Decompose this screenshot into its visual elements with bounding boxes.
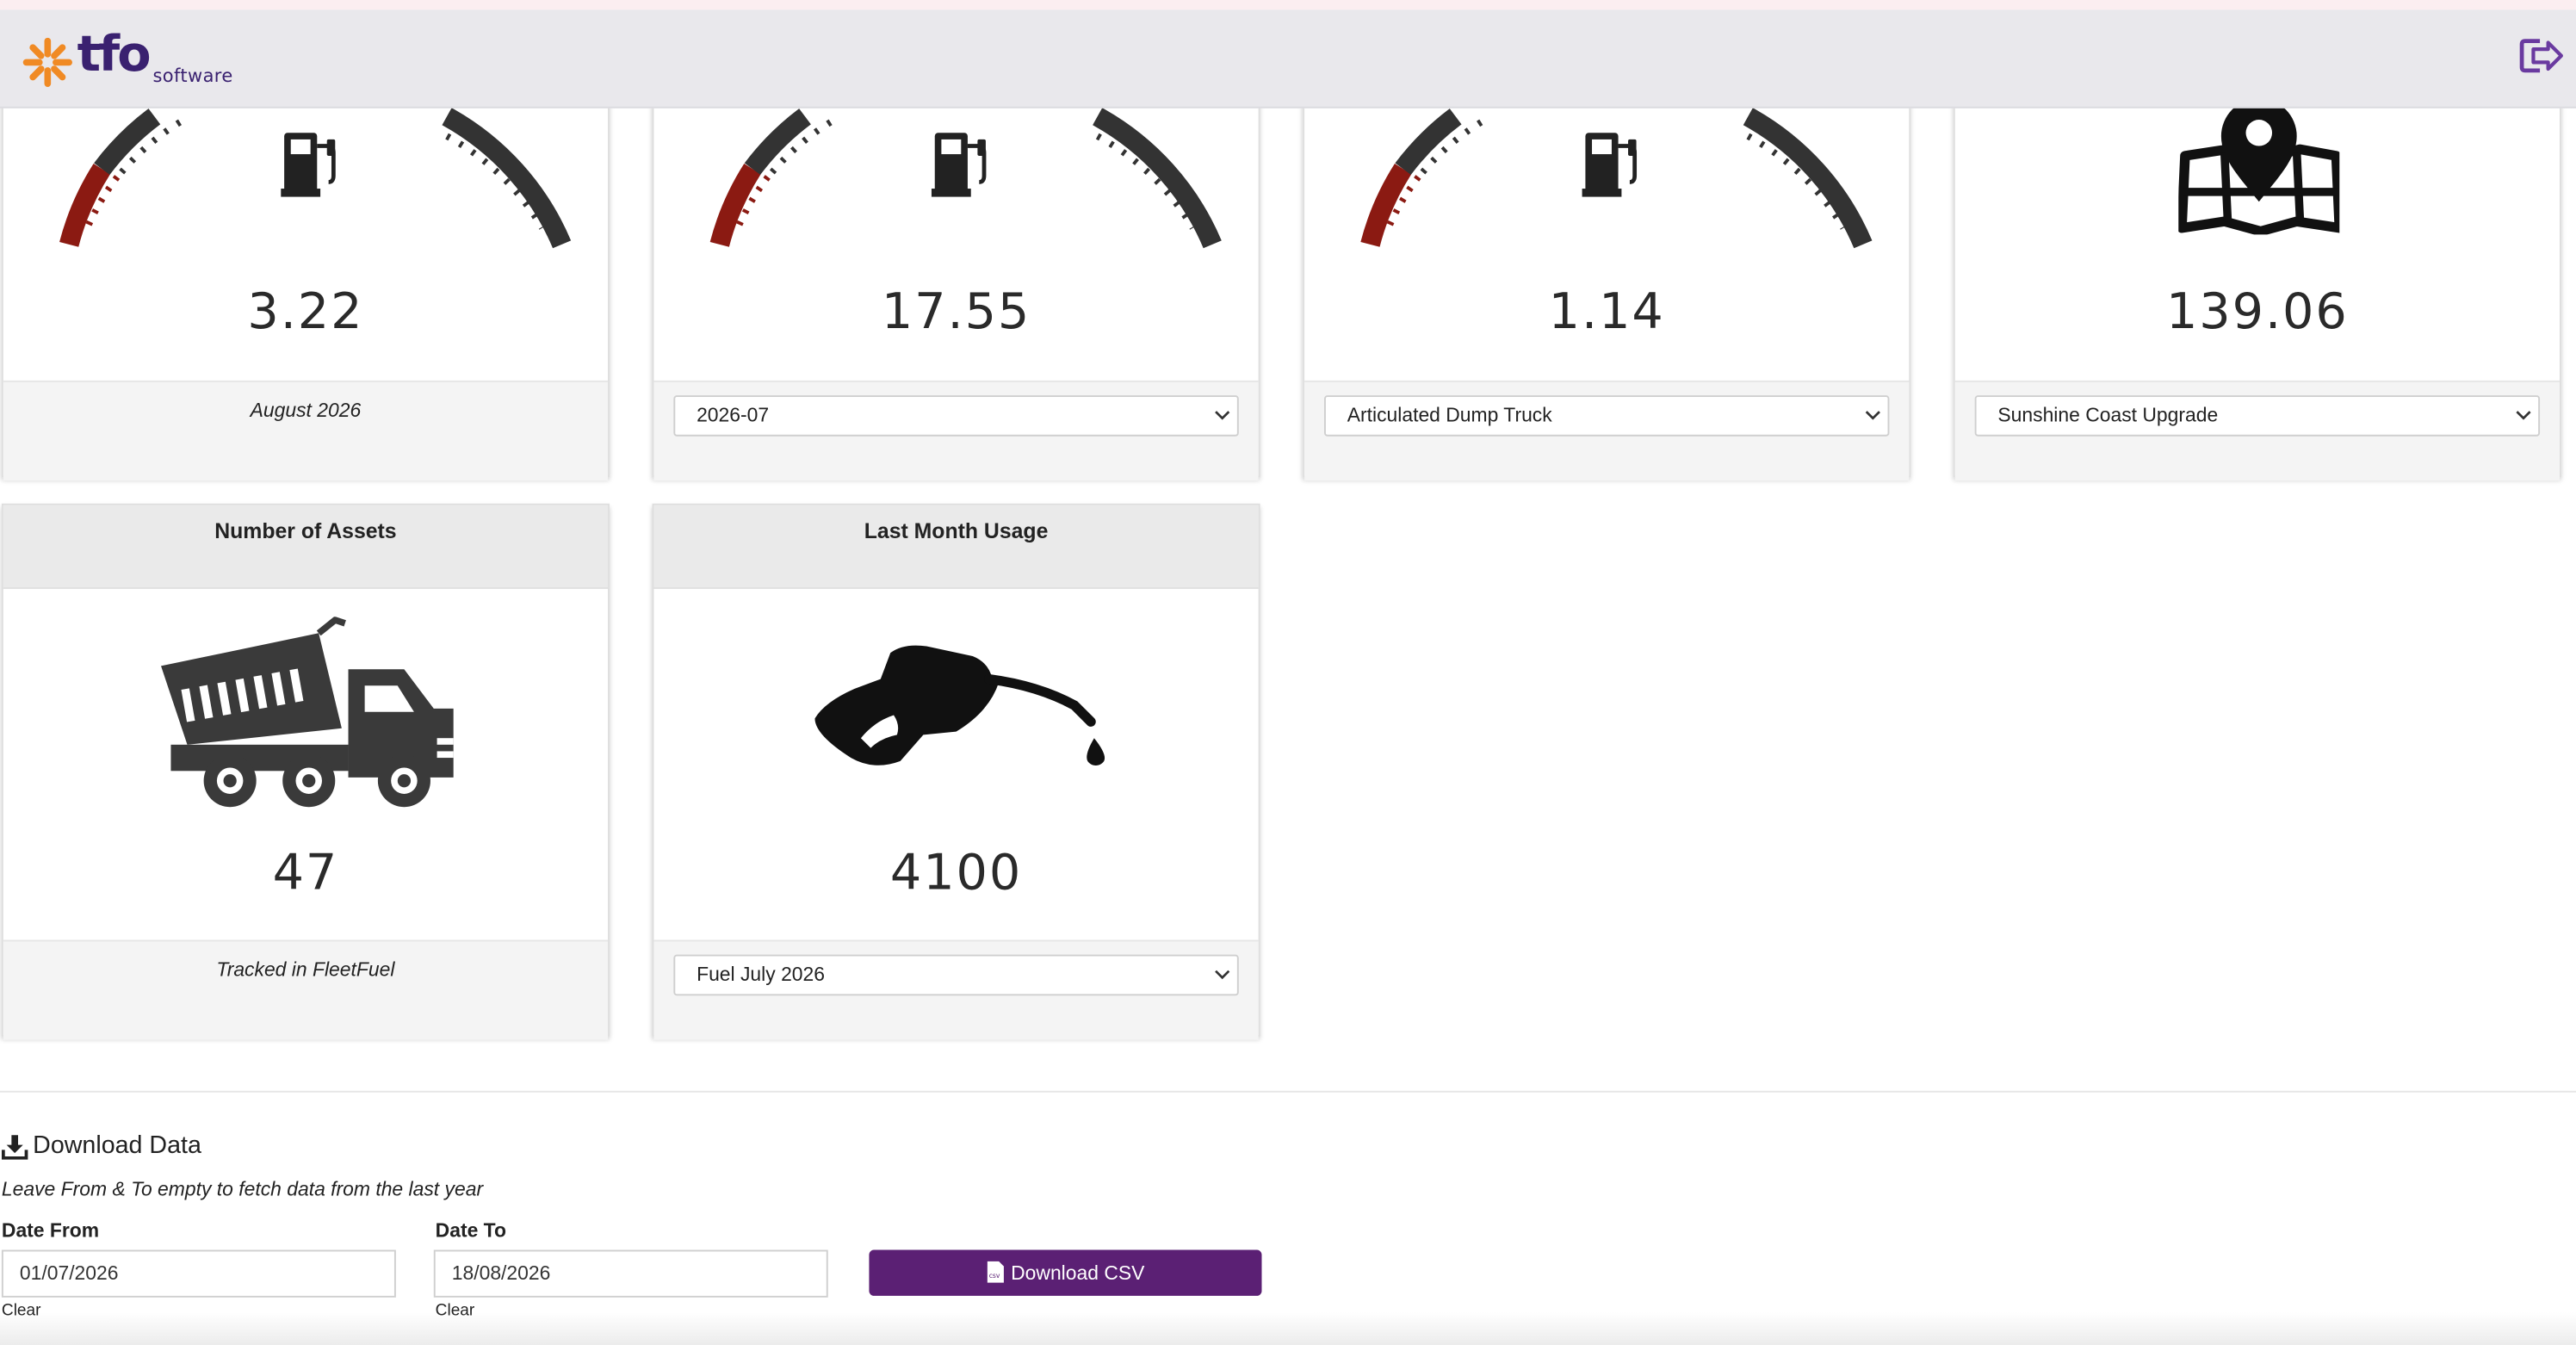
card-footer: 2026-07 <box>653 380 1259 481</box>
card-value: 4100 <box>889 845 1023 902</box>
card-footer: Tracked in FleetFuel <box>3 939 609 1040</box>
top-accent-line <box>0 0 2576 10</box>
card-title: Last Month Usage <box>653 505 1259 589</box>
logo-subtitle: software <box>152 65 233 87</box>
card-value: 1.14 <box>1548 283 1665 342</box>
map-pin-icon <box>2178 100 2340 235</box>
date-from-label: Date From <box>1 1218 100 1243</box>
download-csv-label: Download CSV <box>1011 1261 1145 1285</box>
card-value: 47 <box>272 845 339 902</box>
asset-type-select-value: Articulated Dump Truck <box>1347 403 1552 427</box>
download-csv-button[interactable]: csv Download CSV <box>869 1249 1262 1296</box>
project-select-value: Sunshine Coast Upgrade <box>1997 403 2219 427</box>
last-month-usage-card: Last Month Usage 4100 Fuel July 2026 <box>652 503 1260 1040</box>
fuel-month-select[interactable]: Fuel July 2026 <box>673 954 1239 996</box>
chevron-down-icon <box>1215 411 1230 420</box>
project-select[interactable]: Sunshine Coast Upgrade <box>1974 395 2541 437</box>
asset-type-select[interactable]: Articulated Dump Truck <box>1324 395 1890 437</box>
logo-star-icon <box>22 37 72 87</box>
svg-text:csv: csv <box>989 1272 1000 1280</box>
card-value: 17.55 <box>881 283 1031 342</box>
section-divider <box>0 1090 2576 1093</box>
card-footer-text: Tracked in FleetFuel <box>216 958 395 982</box>
download-icon <box>1 1135 28 1160</box>
logout-arrow-icon[interactable] <box>2517 36 2566 76</box>
bottom-shadow <box>0 1311 2576 1345</box>
date-to-input[interactable]: 18/08/2026 <box>433 1249 828 1298</box>
chevron-down-icon <box>2516 411 2531 420</box>
number-of-assets-card: Number of Assets 47 Tracked in FleetFuel <box>1 503 610 1040</box>
date-to-label: Date To <box>435 1218 506 1243</box>
card-footer: Articulated Dump Truck <box>1304 380 1910 481</box>
app-header: tfo software <box>0 9 2576 108</box>
card-value: 3.22 <box>247 283 364 342</box>
chevron-down-icon <box>1215 970 1230 980</box>
month-select[interactable]: 2026-07 <box>673 395 1239 437</box>
date-from-input[interactable]: 01/07/2026 <box>1 1249 396 1298</box>
card-footer-text: August 2026 <box>250 398 362 422</box>
dump-truck-icon <box>161 617 454 808</box>
month-select-value: 2026-07 <box>697 403 770 427</box>
logo-wordmark: tfo <box>77 26 152 84</box>
card-footer: Sunshine Coast Upgrade <box>1954 380 2560 481</box>
card-footer: Fuel July 2026 <box>653 939 1259 1040</box>
card-title: Number of Assets <box>3 505 609 589</box>
fuel-nozzle-icon <box>814 645 1105 765</box>
csv-file-icon: csv <box>988 1261 1005 1283</box>
chevron-down-icon <box>1865 411 1880 420</box>
card-footer: August 2026 <box>3 380 609 481</box>
fuel-month-select-value: Fuel July 2026 <box>697 963 826 986</box>
card-value: 139.06 <box>2165 283 2349 342</box>
download-hint: Leave From & To empty to fetch data from… <box>1 1177 484 1201</box>
download-data-title: Download Data <box>33 1131 201 1160</box>
